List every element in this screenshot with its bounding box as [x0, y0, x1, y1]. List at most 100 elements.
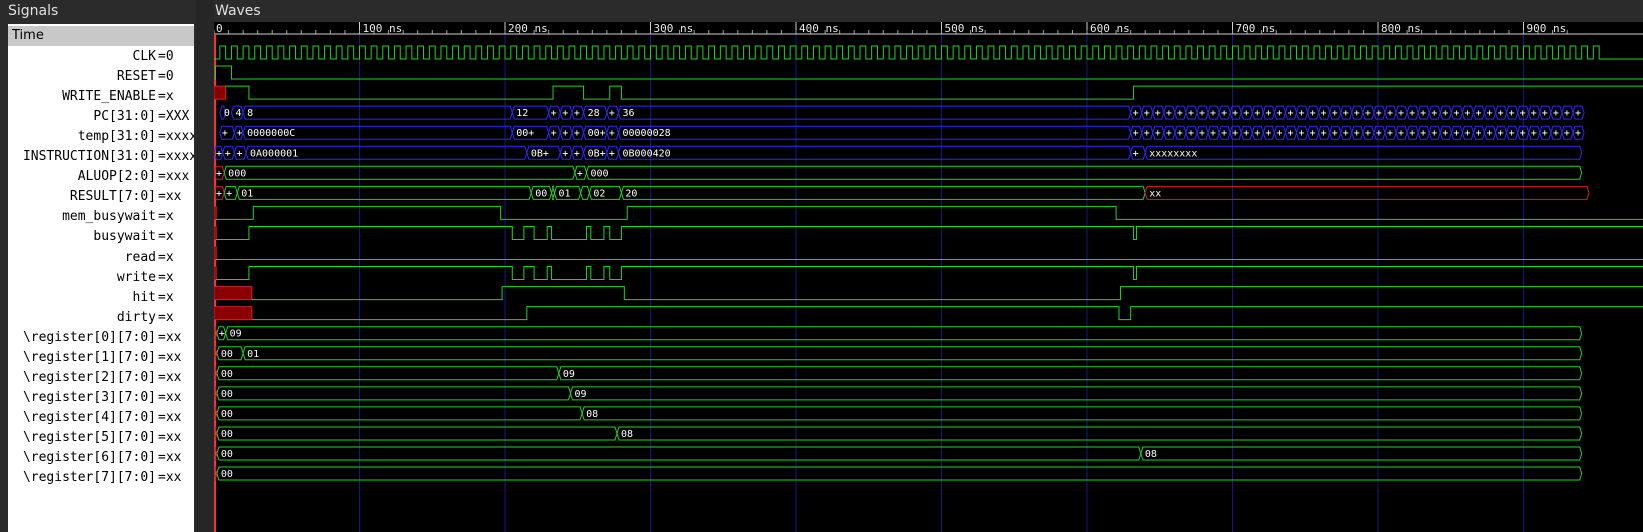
bus-collapsed-marker: +	[1376, 128, 1382, 139]
bus-collapsed-marker: +	[609, 148, 615, 159]
tick-label: 0	[216, 22, 223, 35]
signal-row[interactable]: \register[1][7:0] =xx	[8, 347, 194, 368]
register-bus-seg	[216, 426, 618, 441]
waveform-canvas[interactable]: 100 ns 200 ns 300 ns 400 ns 500 ns 600 ns 700 …	[214, 22, 1643, 532]
signal-row[interactable]: \register[5][7:0] =xx	[8, 427, 194, 448]
register-bus-seg	[216, 406, 583, 421]
bus-collapsed-marker: +	[216, 148, 222, 159]
bus-collapsed-marker: +	[1332, 108, 1338, 119]
bus-value-label: 00000028	[622, 128, 670, 139]
signal-row[interactable]: write =x	[8, 267, 194, 288]
signal-row[interactable]: PC[31:0] =XXX	[8, 106, 194, 127]
signal-row[interactable]: \register[2][7:0] =xx	[8, 367, 194, 388]
signal-row[interactable]: INSTRUCTION[31:0]=xxxxx	[8, 146, 194, 167]
waves-pane-title: Waves	[215, 3, 261, 19]
busy-wave	[216, 225, 1643, 240]
signal-row[interactable]: mem_busywait =x	[8, 206, 194, 227]
signal-row[interactable]: busywait =x	[8, 226, 194, 247]
signal-name: \register[4][7:0]	[22, 409, 156, 425]
signal-value: =xx	[158, 409, 182, 425]
bus-collapsed-marker: +	[1464, 108, 1470, 119]
bus-value-label: 0000000C	[247, 128, 295, 139]
bus-collapsed-marker: +	[574, 108, 580, 119]
signal-row[interactable]: temp[31:0]=xxxxx	[8, 126, 194, 147]
instr-bus-seg	[617, 145, 1132, 160]
register-bus-seg	[216, 386, 571, 401]
bus-collapsed-marker: +	[1520, 108, 1526, 119]
reset-wave	[214, 65, 1643, 80]
hit-unknown	[214, 286, 253, 301]
result-bus-seg	[1144, 185, 1590, 200]
aluop-bus-seg	[223, 165, 576, 180]
signal-name: PC[31:0]	[93, 109, 156, 125]
bus-collapsed-marker: +	[1166, 108, 1172, 119]
bus-value-label: 09	[563, 369, 575, 380]
bus-collapsed-marker: +	[225, 148, 231, 159]
register-bus-seg	[569, 386, 1583, 401]
register-bus-seg	[216, 446, 1142, 461]
bus-collapsed-marker: +	[1542, 108, 1548, 119]
bus-collapsed-marker: +	[1475, 108, 1481, 119]
bus-collapsed-marker: +	[1321, 128, 1327, 139]
signal-name: dirty	[116, 309, 156, 325]
membusy-unknown	[214, 205, 217, 220]
bus-collapsed-marker: +	[1210, 128, 1216, 139]
bus-collapsed-marker: +	[1365, 128, 1371, 139]
temp-bus-seg	[617, 125, 1132, 140]
bus-value-label: 8	[247, 108, 253, 119]
signal-row[interactable]: RESULT[7:0] =xx	[8, 186, 194, 207]
signal-list-panel[interactable]: Time CLK =0 RESET =0 WRITE_ENABLE =x PC[31:0] =…	[8, 24, 194, 532]
pane-splitter[interactable]	[196, 0, 214, 532]
signal-row[interactable]: \register[3][7:0] =xx	[8, 387, 194, 408]
bus-value-label: 0B+	[588, 148, 606, 159]
signal-row[interactable]: hit =x	[8, 287, 194, 308]
signal-name: hit	[132, 289, 156, 305]
bus-collapsed-marker: +	[1398, 128, 1404, 139]
signal-value: =xx	[158, 389, 182, 405]
bus-collapsed-marker: +	[1276, 108, 1282, 119]
bus-collapsed-marker: +	[1343, 128, 1349, 139]
bus-value-label: 08	[586, 409, 598, 420]
signal-value: =xxxxx	[158, 149, 194, 165]
waveform-area[interactable]: 100 ns 200 ns 300 ns 400 ns 500 ns 600 ns 700 …	[214, 22, 1643, 532]
result-bus-seg	[620, 185, 1146, 200]
signal-name: RESULT[7:0]	[69, 189, 156, 205]
bus-collapsed-marker: +	[1144, 108, 1150, 119]
signal-name: \register[7][7:0]	[22, 470, 156, 486]
signal-row[interactable]: \register[0][7:0] =xx	[8, 327, 194, 348]
signal-value: =xx	[158, 349, 182, 365]
signal-row[interactable]: RESET =0	[8, 66, 194, 87]
bus-value-label: 12	[516, 108, 528, 119]
signal-row[interactable]: \register[7][7:0] =xx	[8, 467, 194, 488]
bus-value-label: xx	[1149, 188, 1161, 199]
signal-name: WRITE_ENABLE	[62, 89, 156, 105]
signal-row[interactable]: \register[4][7:0] =xx	[8, 407, 194, 428]
bus-collapsed-marker: +	[1232, 128, 1238, 139]
signal-row[interactable]: read =x	[8, 247, 194, 268]
register-bus-seg	[216, 466, 1583, 481]
bus-collapsed-marker: +	[1188, 128, 1194, 139]
bus-collapsed-marker: +	[1155, 128, 1161, 139]
bus-collapsed-marker: +	[1575, 128, 1581, 139]
signal-row[interactable]: dirty =x	[8, 307, 194, 328]
signal-row[interactable]: CLK =0	[8, 46, 194, 67]
bus-collapsed-marker: +	[1243, 108, 1249, 119]
result-bus-seg	[236, 185, 532, 200]
tick-label: 700 ns	[1236, 22, 1276, 35]
signal-row[interactable]: ALUOP[2:0] =xxx	[8, 166, 194, 187]
bus-collapsed-marker: +	[1575, 108, 1581, 119]
signal-name: busywait	[93, 229, 156, 245]
time-header[interactable]: Time	[8, 26, 194, 46]
bus-value-label: 00+	[588, 128, 606, 139]
signal-row[interactable]: WRITE_ENABLE =x	[8, 86, 194, 107]
bus-value-label: 28	[588, 108, 600, 119]
bus-collapsed-marker: +	[1133, 108, 1139, 119]
bus-collapsed-marker: +	[236, 128, 242, 139]
bus-collapsed-marker: +	[1265, 128, 1271, 139]
signal-row[interactable]: \register[6][7:0] =xx	[8, 447, 194, 468]
bus-collapsed-marker: +	[1210, 108, 1216, 119]
bus-collapsed-marker: +	[1287, 108, 1293, 119]
bus-collapsed-marker: +	[1487, 128, 1493, 139]
bus-value-label: 00	[221, 349, 233, 360]
bus-collapsed-marker: +	[1232, 108, 1238, 119]
